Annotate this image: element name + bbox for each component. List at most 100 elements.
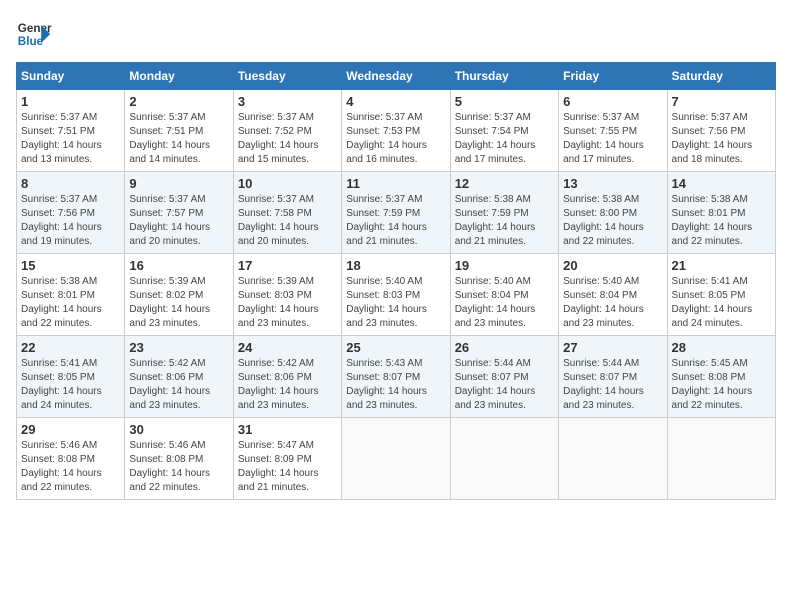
- calendar-table: SundayMondayTuesdayWednesdayThursdayFrid…: [16, 62, 776, 500]
- day-number: 14: [672, 176, 771, 191]
- calendar-cell: 22 Sunrise: 5:41 AMSunset: 8:05 PMDayligh…: [17, 336, 125, 418]
- day-info: Sunrise: 5:41 AMSunset: 8:05 PMDaylight:…: [21, 357, 120, 413]
- calendar-cell: 31 Sunrise: 5:47 AMSunset: 8:09 PMDayligh…: [233, 418, 341, 500]
- calendar-cell: 17 Sunrise: 5:39 AMSunset: 8:03 PMDayligh…: [233, 254, 341, 336]
- day-number: 17: [238, 258, 337, 273]
- day-number: 2: [129, 94, 228, 109]
- day-number: 1: [21, 94, 120, 109]
- logo: General Blue: [16, 16, 52, 52]
- calendar-cell: 10 Sunrise: 5:37 AMSunset: 7:58 PMDayligh…: [233, 172, 341, 254]
- day-number: 21: [672, 258, 771, 273]
- day-number: 22: [21, 340, 120, 355]
- calendar-cell: 6 Sunrise: 5:37 AMSunset: 7:55 PMDaylight…: [559, 90, 667, 172]
- calendar-cell: 15 Sunrise: 5:38 AMSunset: 8:01 PMDayligh…: [17, 254, 125, 336]
- day-number: 28: [672, 340, 771, 355]
- day-info: Sunrise: 5:40 AMSunset: 8:03 PMDaylight:…: [346, 275, 445, 331]
- day-info: Sunrise: 5:42 AMSunset: 8:06 PMDaylight:…: [238, 357, 337, 413]
- weekday-header: Tuesday: [233, 63, 341, 90]
- day-number: 11: [346, 176, 445, 191]
- day-info: Sunrise: 5:37 AMSunset: 7:57 PMDaylight:…: [129, 193, 228, 249]
- calendar-cell: 28 Sunrise: 5:45 AMSunset: 8:08 PMDayligh…: [667, 336, 775, 418]
- day-number: 13: [563, 176, 662, 191]
- calendar-cell: 26 Sunrise: 5:44 AMSunset: 8:07 PMDayligh…: [450, 336, 558, 418]
- calendar-cell: 21 Sunrise: 5:41 AMSunset: 8:05 PMDayligh…: [667, 254, 775, 336]
- calendar-week: 15 Sunrise: 5:38 AMSunset: 8:01 PMDayligh…: [17, 254, 776, 336]
- calendar-week: 29 Sunrise: 5:46 AMSunset: 8:08 PMDayligh…: [17, 418, 776, 500]
- calendar-cell: [667, 418, 775, 500]
- day-number: 23: [129, 340, 228, 355]
- day-info: Sunrise: 5:38 AMSunset: 7:59 PMDaylight:…: [455, 193, 554, 249]
- day-number: 18: [346, 258, 445, 273]
- day-info: Sunrise: 5:37 AMSunset: 7:54 PMDaylight:…: [455, 111, 554, 167]
- day-number: 31: [238, 422, 337, 437]
- day-number: 5: [455, 94, 554, 109]
- day-info: Sunrise: 5:46 AMSunset: 8:08 PMDaylight:…: [21, 439, 120, 495]
- day-info: Sunrise: 5:44 AMSunset: 8:07 PMDaylight:…: [455, 357, 554, 413]
- calendar-cell: 3 Sunrise: 5:37 AMSunset: 7:52 PMDaylight…: [233, 90, 341, 172]
- day-number: 4: [346, 94, 445, 109]
- calendar-cell: 9 Sunrise: 5:37 AMSunset: 7:57 PMDaylight…: [125, 172, 233, 254]
- calendar-cell: [342, 418, 450, 500]
- day-info: Sunrise: 5:37 AMSunset: 7:56 PMDaylight:…: [672, 111, 771, 167]
- calendar-cell: 14 Sunrise: 5:38 AMSunset: 8:01 PMDayligh…: [667, 172, 775, 254]
- day-info: Sunrise: 5:37 AMSunset: 7:51 PMDaylight:…: [129, 111, 228, 167]
- weekday-header: Thursday: [450, 63, 558, 90]
- day-number: 26: [455, 340, 554, 355]
- calendar-cell: 25Sunrise: 5:43 AMSunset: 8:07 PMDayligh…: [342, 336, 450, 418]
- calendar-cell: 5 Sunrise: 5:37 AMSunset: 7:54 PMDaylight…: [450, 90, 558, 172]
- calendar-cell: [450, 418, 558, 500]
- day-number: 30: [129, 422, 228, 437]
- day-number: 10: [238, 176, 337, 191]
- calendar-cell: 18 Sunrise: 5:40 AMSunset: 8:03 PMDayligh…: [342, 254, 450, 336]
- calendar-cell: [559, 418, 667, 500]
- day-info: Sunrise: 5:37 AMSunset: 7:55 PMDaylight:…: [563, 111, 662, 167]
- calendar-cell: 11 Sunrise: 5:37 AMSunset: 7:59 PMDayligh…: [342, 172, 450, 254]
- calendar-week: 8Sunrise: 5:37 AMSunset: 7:56 PMDaylight…: [17, 172, 776, 254]
- day-info: Sunrise: 5:40 AMSunset: 8:04 PMDaylight:…: [563, 275, 662, 331]
- day-info: Sunrise: 5:44 AMSunset: 8:07 PMDaylight:…: [563, 357, 662, 413]
- calendar-cell: 12 Sunrise: 5:38 AMSunset: 7:59 PMDayligh…: [450, 172, 558, 254]
- day-info: Sunrise: 5:47 AMSunset: 8:09 PMDaylight:…: [238, 439, 337, 495]
- svg-text:Blue: Blue: [18, 35, 44, 48]
- day-info: Sunrise: 5:38 AMSunset: 8:00 PMDaylight:…: [563, 193, 662, 249]
- day-number: 16: [129, 258, 228, 273]
- day-number: 6: [563, 94, 662, 109]
- weekday-header: Wednesday: [342, 63, 450, 90]
- calendar-week: 22 Sunrise: 5:41 AMSunset: 8:05 PMDayligh…: [17, 336, 776, 418]
- day-info: Sunrise: 5:37 AMSunset: 7:59 PMDaylight:…: [346, 193, 445, 249]
- weekday-header: Friday: [559, 63, 667, 90]
- calendar-cell: 1Sunrise: 5:37 AMSunset: 7:51 PMDaylight…: [17, 90, 125, 172]
- day-number: 27: [563, 340, 662, 355]
- day-number: 24: [238, 340, 337, 355]
- calendar-cell: 8Sunrise: 5:37 AMSunset: 7:56 PMDaylight…: [17, 172, 125, 254]
- day-info: Sunrise: 5:41 AMSunset: 8:05 PMDaylight:…: [672, 275, 771, 331]
- day-info: Sunrise: 5:37 AMSunset: 7:58 PMDaylight:…: [238, 193, 337, 249]
- calendar-cell: 29 Sunrise: 5:46 AMSunset: 8:08 PMDayligh…: [17, 418, 125, 500]
- day-info: Sunrise: 5:38 AMSunset: 8:01 PMDaylight:…: [672, 193, 771, 249]
- day-number: 9: [129, 176, 228, 191]
- calendar-cell: 19 Sunrise: 5:40 AMSunset: 8:04 PMDayligh…: [450, 254, 558, 336]
- header: General Blue: [16, 16, 776, 52]
- day-info: Sunrise: 5:45 AMSunset: 8:08 PMDaylight:…: [672, 357, 771, 413]
- day-number: 15: [21, 258, 120, 273]
- day-number: 19: [455, 258, 554, 273]
- calendar-cell: 16 Sunrise: 5:39 AMSunset: 8:02 PMDayligh…: [125, 254, 233, 336]
- calendar-cell: 27 Sunrise: 5:44 AMSunset: 8:07 PMDayligh…: [559, 336, 667, 418]
- day-info: Sunrise: 5:38 AMSunset: 8:01 PMDaylight:…: [21, 275, 120, 331]
- calendar-week: 1 Sunrise: 5:37 AMSunset: 7:51 PMDaylight…: [17, 90, 776, 172]
- calendar-cell: 4Sunrise: 5:37 AMSunset: 7:53 PMDaylight…: [342, 90, 450, 172]
- logo-icon: General Blue: [16, 16, 52, 52]
- calendar-cell: 24 Sunrise: 5:42 AMSunset: 8:06 PMDayligh…: [233, 336, 341, 418]
- day-number: 3: [238, 94, 337, 109]
- calendar-cell: 7Sunrise: 5:37 AMSunset: 7:56 PMDaylight…: [667, 90, 775, 172]
- day-info: Sunrise: 5:42 AMSunset: 8:06 PMDaylight:…: [129, 357, 228, 413]
- day-number: 8: [21, 176, 120, 191]
- day-info: Sunrise: 5:40 AMSunset: 8:04 PMDaylight:…: [455, 275, 554, 331]
- day-number: 20: [563, 258, 662, 273]
- day-number: 29: [21, 422, 120, 437]
- day-info: Sunrise: 5:46 AMSunset: 8:08 PMDaylight:…: [129, 439, 228, 495]
- day-info: Sunrise: 5:39 AMSunset: 8:02 PMDaylight:…: [129, 275, 228, 331]
- day-info: Sunrise: 5:39 AMSunset: 8:03 PMDaylight:…: [238, 275, 337, 331]
- day-info: Sunrise: 5:37 AMSunset: 7:52 PMDaylight:…: [238, 111, 337, 167]
- day-number: 12: [455, 176, 554, 191]
